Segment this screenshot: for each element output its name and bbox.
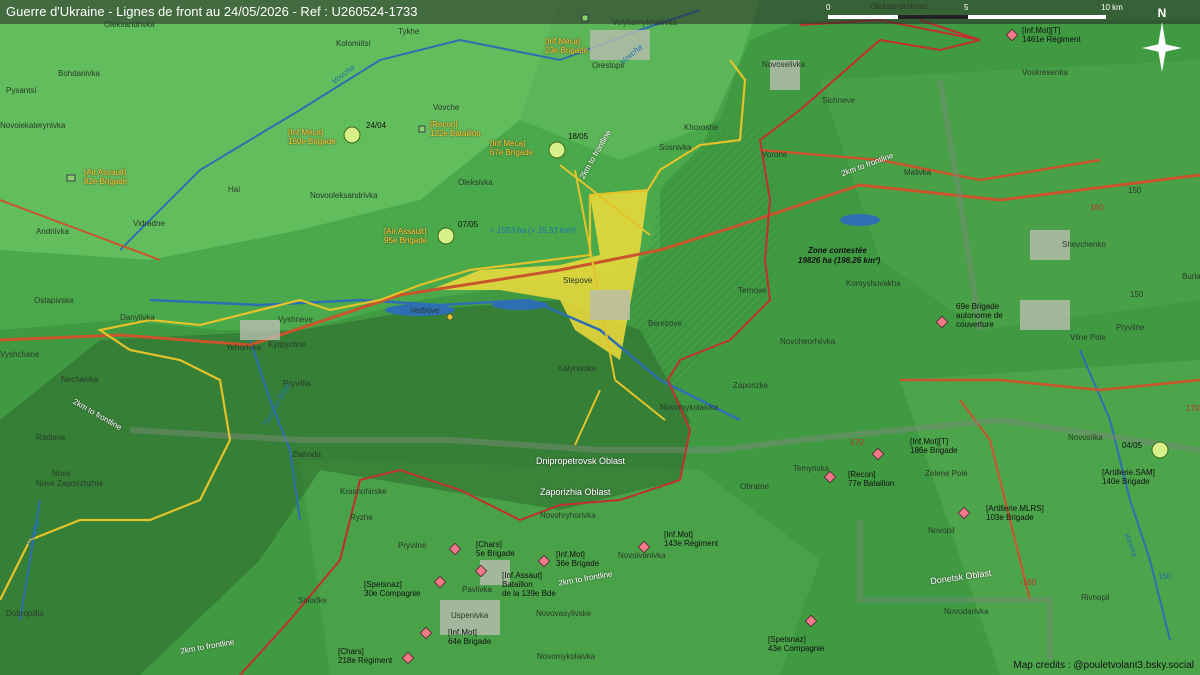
ru-unit-186-brigade[interactable]: [Inf.Mot][T] 186e Brigade bbox=[910, 437, 958, 455]
ru-unit-103-brigade[interactable]: [Artillerie.MLRS] 103e Brigade bbox=[986, 504, 1044, 522]
map-credits: Map credits : @pouletvolant3.bsky.social bbox=[1013, 660, 1194, 671]
ua-unit-icons bbox=[66, 14, 1169, 665]
ru-unit-140-date: 04/05 bbox=[1122, 441, 1143, 450]
ru-unit-1461-regiment[interactable]: [Inf.Mot][T] 1461e Régiment bbox=[1022, 26, 1081, 44]
ru-unit-143-regiment[interactable]: [Inf.Mot] 143e Régiment bbox=[664, 530, 718, 548]
ru-unit-140-brigade[interactable]: [Artillerie.SAM] 140e Brigade bbox=[1102, 468, 1155, 486]
ua-unit-icon-2[interactable] bbox=[548, 141, 566, 159]
ru-unit-30-company[interactable]: [Spetsnaz] 30e Compagnie bbox=[364, 580, 420, 598]
ru-unit-36-brigade[interactable]: [Inf.Mot] 36e Brigade bbox=[556, 550, 599, 568]
ru-unit-218-regiment[interactable]: [Chars] 218e Régiment bbox=[338, 647, 392, 665]
ua-unit-icon-1[interactable] bbox=[343, 126, 361, 144]
ru-unit-64-brigade[interactable]: [Inf.Mot] 64e Brigade bbox=[448, 628, 491, 646]
ru-unit-139-battalion[interactable]: [Inf.Assaut] Bataillon de la 139e Bde bbox=[502, 571, 556, 598]
ua-unit-icon-3[interactable] bbox=[437, 227, 455, 245]
ru-sam-icon[interactable] bbox=[1151, 441, 1169, 459]
ru-unit-77-battalion[interactable]: [Recon] 77e Bataillon bbox=[848, 470, 894, 488]
ru-unit-69-brigade[interactable]: 69e Brigade autonome de couverture bbox=[956, 302, 1003, 329]
ru-unit-43-company[interactable]: [Spetsnaz] 43e Compagnie bbox=[768, 635, 824, 653]
ru-unit-5-brigade[interactable]: [Chars] 5e Brigade bbox=[476, 540, 515, 558]
